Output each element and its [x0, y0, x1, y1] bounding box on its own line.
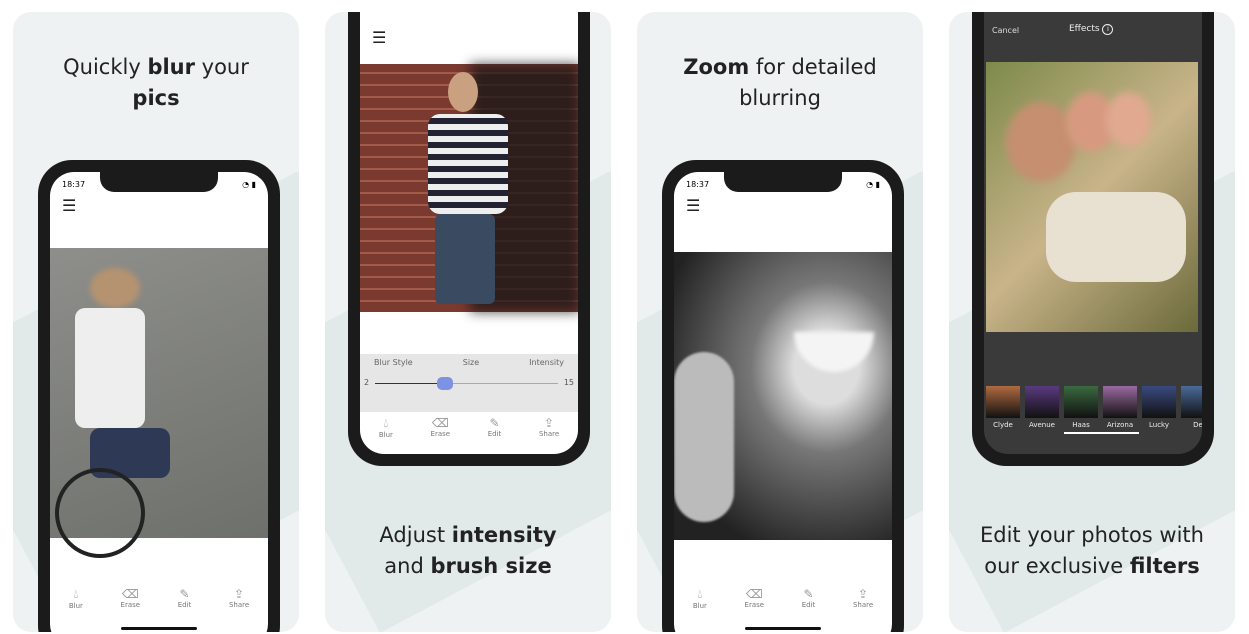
eraser-icon: ⌫	[121, 587, 139, 601]
edit-tool[interactable]: ✎ Edit	[178, 587, 192, 610]
slider-thumb[interactable]	[436, 377, 453, 390]
bottom-toolbar: 💧︎ Blur ⌫ Erase ✎ Edit ⇪ Share	[674, 587, 892, 610]
photo-man-on-bicycle	[50, 248, 268, 558]
status-time: 18:37	[62, 180, 86, 189]
share-icon: ⇪	[544, 416, 555, 430]
erase-tool[interactable]: ⌫ Erase	[431, 416, 451, 439]
filter-clyde[interactable]: Clyde	[986, 386, 1020, 429]
filter-thumbnail	[1064, 386, 1098, 418]
slider-max: 15	[563, 378, 574, 387]
droplet-icon: 💧︎	[73, 587, 79, 601]
pencil-icon: ✎	[179, 587, 190, 601]
share-icon: ⇪	[234, 587, 245, 601]
screenshot-panel-adjust: ☰ Blur Style Size Intensity 2 15 💧︎ Blur …	[325, 12, 611, 632]
blur-tool[interactable]: 💧︎ Blur	[379, 416, 393, 439]
pencil-icon: ✎	[489, 416, 500, 430]
menu-icon[interactable]: ☰	[686, 196, 700, 215]
blur-style-label[interactable]: Blur Style	[374, 358, 413, 367]
caption: Zoom for detailed blurring	[683, 55, 877, 110]
droplet-icon: 💧︎	[383, 416, 389, 430]
pencil-icon: ✎	[803, 587, 814, 601]
share-icon: ⇪	[858, 587, 869, 601]
caption: Adjust intensity and brush size	[379, 523, 557, 578]
filter-label: Clyde	[993, 421, 1013, 429]
caption: Edit your photos with our exclusive filte…	[980, 523, 1204, 578]
filter-thumbnail	[1181, 386, 1202, 418]
filter-label: Avenue	[1028, 421, 1055, 429]
share-tool[interactable]: ⇪ Share	[229, 587, 249, 610]
filter-thumbnail	[1025, 386, 1059, 418]
share-tool[interactable]: ⇪ Share	[539, 416, 559, 439]
filter-label: De	[1193, 421, 1202, 429]
photo-family-filtered	[986, 62, 1198, 332]
filter-lucky[interactable]: Lucky	[1142, 386, 1176, 429]
blur-tool[interactable]: 💧︎ Blur	[69, 587, 83, 610]
screenshot-panel-blur: Quickly blur your pics 18:37 ◔ ▮ ☰ 💧︎ Blur…	[13, 12, 299, 632]
edit-tool[interactable]: ✎ Edit	[488, 416, 502, 439]
wifi-icon: ◔ ▮	[866, 180, 880, 189]
share-tool[interactable]: ⇪ Share	[853, 587, 873, 610]
scroll-indicator[interactable]	[1064, 432, 1139, 434]
filter-haas[interactable]: Haas	[1064, 386, 1098, 429]
slider-min: 2	[364, 378, 370, 387]
filter-avenue[interactable]: Avenue	[1025, 386, 1059, 429]
filter-thumbnail	[986, 386, 1020, 418]
phone-mockup: 18:37 ◔ ▮ ☰ 💧︎ Blur ⌫ Erase ✎ Edit ⇪ Share	[662, 160, 904, 632]
phone-mockup: 18:37 ◔ ▮ ☰ 💧︎ Blur ⌫ Erase ✎ Edit ⇪ Share	[38, 160, 280, 632]
droplet-icon: 💧︎	[697, 587, 703, 601]
filter-thumbnail	[1142, 386, 1176, 418]
eraser-icon: ⌫	[745, 587, 763, 601]
intensity-label[interactable]: Intensity	[529, 358, 564, 367]
filter-label: Haas	[1072, 421, 1090, 429]
filter-thumbnail	[1103, 386, 1137, 418]
photo-laughing-woman-zoomed	[674, 252, 892, 540]
blur-controls: Blur Style Size Intensity 2 15	[360, 354, 578, 412]
status-time: 18:37	[686, 180, 710, 189]
phone-mockup: Cancel Effects i /* placeholder */ Clyde…	[972, 12, 1214, 466]
filter-label: Arizona	[1106, 421, 1134, 429]
menu-icon[interactable]: ☰	[372, 28, 386, 47]
effects-title: Effects i	[1069, 24, 1114, 35]
edit-tool[interactable]: ✎ Edit	[802, 587, 816, 610]
eraser-icon: ⌫	[431, 416, 449, 430]
info-icon[interactable]: i	[1102, 24, 1114, 35]
screenshot-panel-filters: Cancel Effects i /* placeholder */ Clyde…	[949, 12, 1235, 632]
bottom-toolbar: 💧︎ Blur ⌫ Erase ✎ Edit ⇪ Share	[360, 416, 578, 439]
screenshot-panel-zoom: Zoom for detailed blurring 18:37 ◔ ▮ ☰ 💧︎…	[637, 12, 923, 632]
size-label[interactable]: Size	[463, 358, 479, 367]
blur-tool[interactable]: 💧︎ Blur	[693, 587, 707, 610]
size-slider[interactable]	[375, 377, 558, 390]
erase-tool[interactable]: ⌫ Erase	[121, 587, 141, 610]
menu-icon[interactable]: ☰	[62, 196, 76, 215]
bottom-toolbar: 💧︎ Blur ⌫ Erase ✎ Edit ⇪ Share	[50, 587, 268, 610]
phone-mockup: ☰ Blur Style Size Intensity 2 15 💧︎ Blur …	[348, 12, 590, 466]
wifi-icon: ◔ ▮	[242, 180, 256, 189]
caption: Quickly blur your pics	[63, 55, 249, 110]
filter-arizona[interactable]: Arizona	[1103, 386, 1137, 429]
cancel-button[interactable]: Cancel	[992, 26, 1019, 35]
filter-label: Lucky	[1148, 421, 1169, 429]
photo-man-brick-wall	[360, 64, 578, 312]
erase-tool[interactable]: ⌫ Erase	[745, 587, 765, 610]
filter-de[interactable]: De	[1181, 386, 1202, 429]
